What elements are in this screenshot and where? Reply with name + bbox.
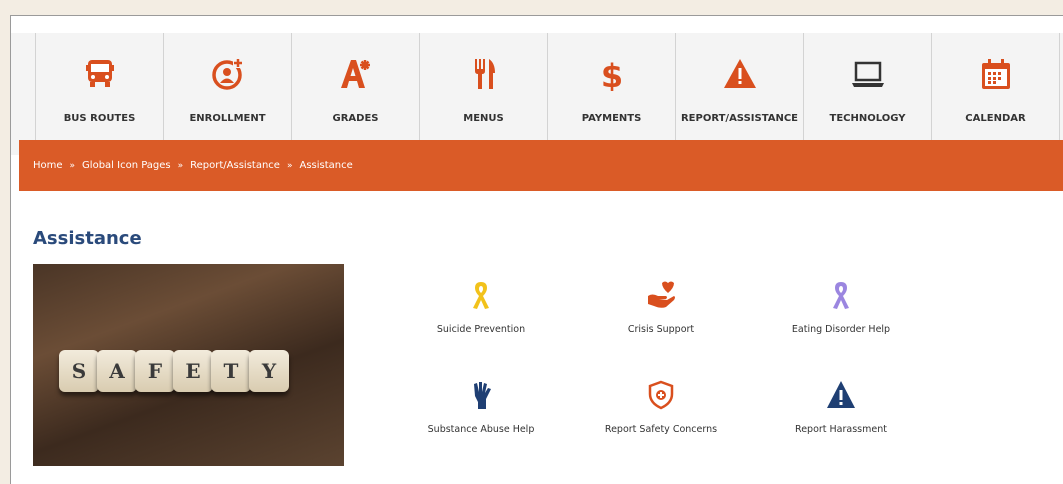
heart-hand-icon [648, 281, 675, 308]
nav-label: BUS ROUTES [63, 113, 136, 124]
grades-icon [340, 60, 370, 88]
add-user-icon [211, 58, 243, 90]
safety-photo: S A F E T Y [33, 264, 344, 466]
calendar-icon [981, 59, 1010, 89]
letter-tile: Y [249, 350, 289, 392]
link-report-safety-concerns[interactable]: Report Safety Concerns [571, 380, 751, 435]
nav-spacer [11, 33, 36, 155]
breadcrumb-current: Assistance [299, 160, 353, 171]
letter-tiles: S A F E T Y [59, 350, 289, 392]
breadcrumb-separator: » [69, 160, 76, 171]
svg-text:$: $ [600, 57, 622, 91]
warning-icon [827, 381, 855, 408]
bus-icon [85, 60, 114, 87]
link-label: Report Harassment [795, 424, 887, 435]
nav-item-payments[interactable]: $ PAYMENTS [548, 33, 676, 155]
breadcrumb: Home » Global Icon Pages » Report/Assist… [19, 140, 1063, 191]
warning-icon [723, 59, 756, 88]
link-label: Crisis Support [627, 324, 695, 335]
link-substance-abuse-help[interactable]: Substance Abuse Help [391, 380, 571, 435]
breadcrumb-global-icon-pages[interactable]: Global Icon Pages [82, 160, 171, 171]
nav-label: REPORT/ASSISTANCE [680, 113, 799, 124]
nav-label: PAYMENTS [581, 113, 642, 124]
link-eating-disorder-help[interactable]: Eating Disorder Help [751, 280, 931, 335]
nav-label: MENUS [463, 113, 504, 124]
letter-tile: S [59, 350, 99, 392]
nav-item-technology[interactable]: TECHNOLOGY [804, 33, 932, 155]
nav-item-grades[interactable]: GRADES [292, 33, 420, 155]
page-title: Assistance [33, 228, 142, 249]
page-frame: BUS ROUTES ENROLLMENT GRADES MENUS $ PAY… [10, 15, 1063, 484]
link-report-harassment[interactable]: Report Harassment [751, 380, 931, 435]
nav-item-enrollment[interactable]: ENROLLMENT [164, 33, 292, 155]
letter-tile: T [211, 350, 251, 392]
shield-icon [648, 380, 674, 410]
link-label: Suicide Prevention [436, 324, 526, 335]
yellow-ribbon-icon [473, 282, 489, 309]
nav-item-calendar[interactable]: CALENDAR [932, 33, 1060, 155]
nav-label: GRADES [332, 113, 379, 124]
raised-hand-icon [474, 382, 491, 409]
link-label: Report Safety Concerns [604, 424, 718, 435]
utensils-icon [474, 59, 495, 89]
top-nav: BUS ROUTES ENROLLMENT GRADES MENUS $ PAY… [11, 33, 1063, 155]
letter-tile: A [97, 350, 137, 392]
nav-item-bus-routes[interactable]: BUS ROUTES [36, 33, 164, 155]
link-label: Eating Disorder Help [791, 324, 891, 335]
letter-tile: E [173, 350, 213, 392]
breadcrumb-home[interactable]: Home [33, 160, 63, 171]
nav-label: CALENDAR [965, 113, 1026, 124]
dollar-icon: $ [600, 57, 622, 91]
nav-label: ENROLLMENT [189, 113, 266, 124]
link-label: Substance Abuse Help [427, 424, 535, 435]
link-crisis-support[interactable]: Crisis Support [571, 280, 751, 335]
laptop-icon [851, 61, 884, 87]
breadcrumb-separator: » [177, 160, 184, 171]
nav-item-menus[interactable]: MENUS [420, 33, 548, 155]
breadcrumb-separator: » [286, 160, 293, 171]
letter-tile: F [135, 350, 175, 392]
nav-item-report-assistance[interactable]: REPORT/ASSISTANCE [676, 33, 804, 155]
nav-label: TECHNOLOGY [829, 113, 906, 124]
breadcrumb-report-assistance[interactable]: Report/Assistance [190, 160, 280, 171]
purple-ribbon-icon [833, 282, 849, 309]
link-suicide-prevention[interactable]: Suicide Prevention [391, 280, 571, 335]
